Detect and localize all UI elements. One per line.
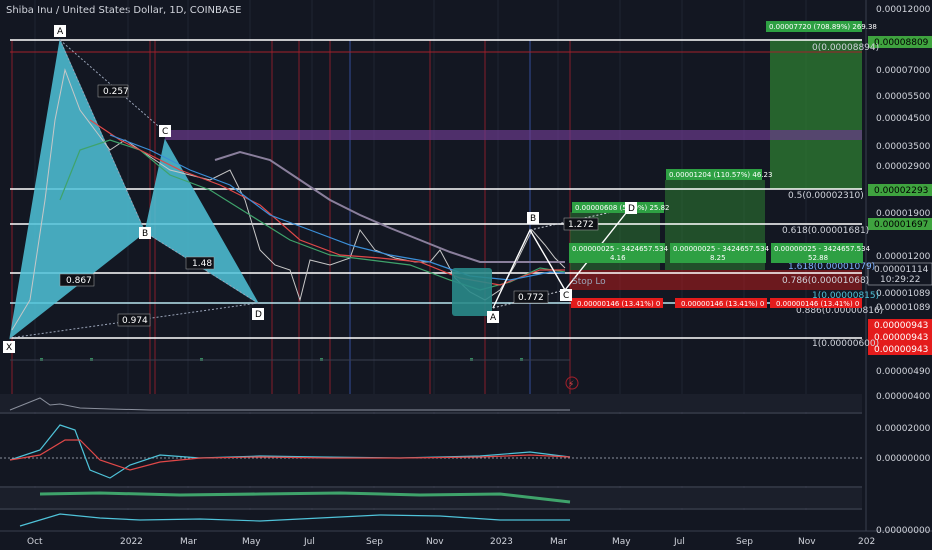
time-tick-label: Mar [180, 537, 197, 547]
purple-band [165, 130, 862, 140]
ratio-0257: 0.257 [103, 87, 129, 97]
trade-box-small-text: 0.00000608 (55.0%) 25.82 [575, 204, 670, 212]
fib-786-label: 0.786(0.00001068) [782, 276, 869, 286]
point-b2: B [530, 214, 536, 224]
time-tick-label: May [612, 537, 631, 547]
price-tick-label: 0.00000000 [876, 454, 931, 464]
ratio-0867: 0.867 [66, 276, 92, 286]
time-tick-label: Jul [303, 537, 315, 547]
trade-row-a-1: 0.00000025 - 3424657.534 [572, 245, 669, 253]
point-d: D [255, 310, 262, 320]
time-tick-label: Sep [736, 537, 753, 547]
price-tick-label: 0.00001200 [876, 252, 931, 262]
price-tick-label: 0.00000400 [876, 392, 931, 402]
fib-lines [10, 39, 862, 339]
point-c2: C [563, 291, 569, 301]
fib-618-label: 0.618(0.00001681) [782, 226, 869, 236]
price-tag-top-text: 0.00008809 [874, 38, 929, 48]
price-tick-label: 0.00003500 [876, 142, 931, 152]
price-tag-current-text: 0.00001114 [874, 265, 929, 275]
fib-0-label: 0(0.00008894) [812, 43, 879, 53]
price-tick-label: 0.00007000 [876, 66, 931, 76]
ratio-1272: 1.272 [568, 220, 594, 230]
price-tag-618-text: 0.00001697 [874, 220, 928, 230]
price-tick-label: 0.00004500 [876, 114, 931, 124]
price-tick-label: 0.00000490 [876, 367, 931, 377]
blue-vertical-markers [349, 40, 531, 410]
trade-row-a-2: 4.16 [610, 254, 626, 262]
fib-1-label: 1(0.00000600) [812, 339, 879, 349]
point-a: A [57, 27, 64, 37]
trade-row-c-2: 52.88 [808, 254, 828, 262]
price-tick-label: 0.00001900 [876, 209, 931, 219]
fib-05-label: 0.5(0.00002310) [788, 191, 864, 201]
time-tick-label: Jul [673, 537, 685, 547]
point-a2: A [490, 313, 497, 323]
time-tick-label: 2023 [490, 537, 513, 547]
pattern-cluster [452, 268, 492, 316]
chart-canvas[interactable]: ⚡ Oct 2022 Mar May Jul Sep Nov 2023 Mar May Jul Sep… [0, 0, 932, 550]
macd-subpanel [0, 414, 862, 486]
trade-row-b-1: 0.00000025 - 3424657.534 [673, 245, 770, 253]
trade-row-c-1: 0.00000025 - 3424657.534 [774, 245, 871, 253]
fib-1618-label: 1.618(0.00001079) [788, 262, 875, 272]
point-c: C [162, 127, 168, 137]
stop-box-3-text: 0.00000146 (13.41%) 0 [776, 300, 859, 308]
price-tick-label: 0.00000000 [876, 526, 931, 536]
countdown-text: 10:29:22 [880, 275, 920, 285]
replay-lightning-icon[interactable]: ⚡ [565, 376, 579, 390]
trade-box-top-text: 0.00007720 (708.89%) 269.38 [769, 23, 877, 31]
stop-box-1-text: 0.00000146 (13.41%) 0 [577, 300, 660, 308]
time-tick-label: May [242, 537, 261, 547]
ratio-0772: 0.772 [518, 293, 544, 303]
time-tick-label: Oct [27, 537, 43, 547]
ratio-labels: 0.257 0.867 1.48 0.974 1.272 0.772 [59, 84, 599, 327]
ratio-148: 1.48 [192, 259, 212, 269]
price-tag-red-3: 0.00000943 [874, 345, 928, 355]
point-x: X [6, 343, 12, 353]
svg-text:⚡: ⚡ [568, 380, 574, 390]
trade-row-b-2: 8.25 [710, 254, 726, 262]
time-tick-label: Nov [426, 537, 444, 547]
ratio-0974: 0.974 [122, 316, 148, 326]
price-tick-label: 0.00001089 [876, 289, 931, 299]
trade-box-mid-text: 0.00001204 (110.57%) 46.23 [669, 171, 772, 179]
green-profit-zone [770, 40, 862, 189]
point-d2: D [628, 204, 635, 214]
time-tick-label: 2022 [120, 537, 143, 547]
time-tick-label: 202 [858, 537, 875, 547]
rsi-subpanel [0, 488, 862, 508]
price-tick-label: 0.00012000 [876, 5, 931, 15]
ma-gray [214, 150, 565, 263]
stop-label: Stop Lo [572, 277, 606, 287]
price-tick-label: 0.00005500 [876, 92, 931, 102]
point-b: B [142, 229, 148, 239]
time-tick-label: Nov [798, 537, 816, 547]
price-tick-label: 0.00002900 [876, 162, 931, 172]
price-tag-mid-text: 0.00002293 [874, 186, 928, 196]
time-axis: Oct 2022 Mar May Jul Sep Nov 2023 Mar May Jul Sep No… [27, 537, 875, 547]
time-tick-label: Sep [366, 537, 383, 547]
price-tag-red-1: 0.00000943 [874, 321, 928, 331]
price-tick-label: 0.00001089 [876, 303, 931, 313]
price-tick-label: 0.00002000 [876, 424, 931, 434]
time-tick-label: Mar [550, 537, 567, 547]
price-tag-red-2: 0.00000943 [874, 333, 928, 343]
stop-box-2-text: 0.00000146 (13.41%) 0 [681, 300, 764, 308]
